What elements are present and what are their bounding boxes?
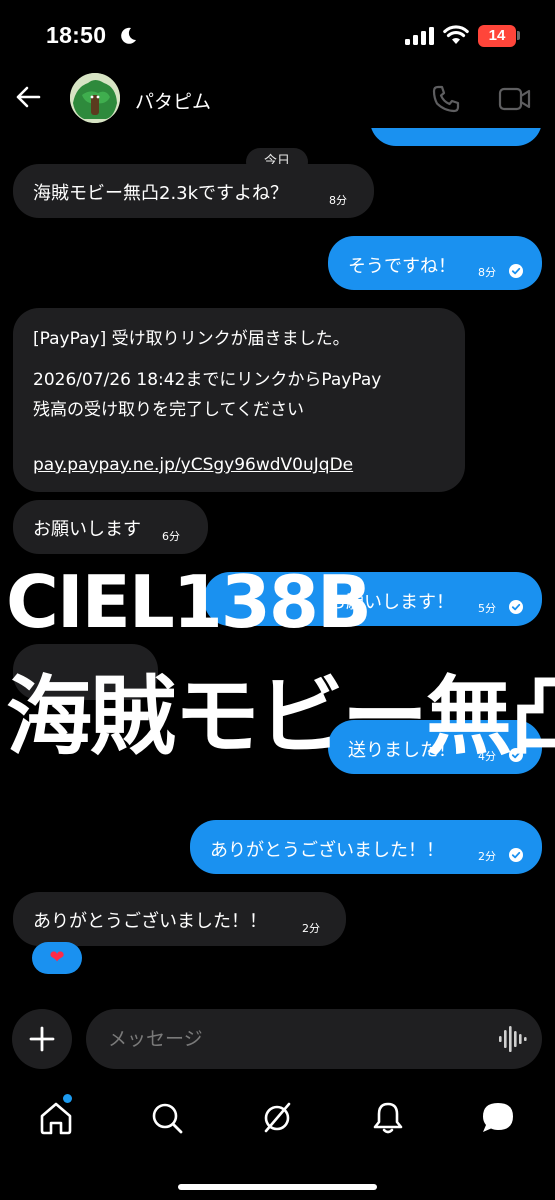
message-bubble-incoming-obscured[interactable]: [13, 644, 158, 700]
message-time: 2分: [302, 922, 320, 935]
search-icon[interactable]: [147, 1098, 187, 1138]
bottom-tab-bar: [0, 1086, 555, 1156]
grok-icon[interactable]: [257, 1098, 297, 1138]
message-time: 5分: [478, 602, 496, 615]
message-text: ありがとうございました！！: [33, 911, 267, 932]
message-text: お願いします: [33, 519, 141, 540]
add-attachment-button[interactable]: [12, 1009, 72, 1069]
message-bubble-outgoing[interactable]: 送りました！ 4分: [328, 720, 542, 774]
read-check-icon: [509, 600, 523, 614]
message-text: お願いします！: [328, 592, 454, 613]
message-bubble-outgoing[interactable]: お願いします！ 5分: [204, 572, 542, 626]
contact-name[interactable]: パタピム: [135, 87, 211, 114]
message-text: 海賊モビー無凸2.3kですよね？: [33, 183, 289, 204]
message-text: ありがとうございました！！: [210, 840, 444, 861]
home-indicator: [178, 1184, 377, 1190]
read-check-icon: [509, 264, 523, 278]
message-text: そうですね！: [348, 256, 456, 277]
message-bubble-incoming[interactable]: ありがとうございました！！ 2分: [13, 892, 346, 946]
message-bubble-paypay-link[interactable]: [PayPay] 受け取りリンクが届きました。 2026/07/26 18:42…: [13, 308, 465, 492]
wifi-icon: [443, 25, 469, 44]
message-bubble-incoming[interactable]: 海賊モビー無凸2.3kですよね？ 8分: [13, 164, 374, 218]
message-bubble-outgoing-cropped[interactable]: [370, 128, 542, 146]
message-text: 送りました！: [348, 740, 456, 761]
message-bubble-outgoing[interactable]: ありがとうございました！！ 2分: [190, 820, 542, 874]
moon-icon: [121, 27, 136, 44]
notifications-bell-icon[interactable]: [368, 1098, 408, 1138]
heart-reaction[interactable]: ❤: [32, 942, 82, 974]
battery-indicator: 14: [478, 25, 516, 47]
home-icon[interactable]: [36, 1098, 76, 1138]
chat-screen: 18:50 14 パタピム 今日 海賊モビー無凸2.3kですよね？ 8分 そうで…: [0, 0, 555, 1200]
message-time: 8分: [478, 266, 496, 279]
cellular-signal-icon: [405, 27, 434, 45]
battery-cap: [517, 31, 520, 40]
message-time: 8分: [329, 194, 347, 207]
battery-level: 14: [488, 27, 506, 44]
message-bubble-incoming[interactable]: お願いします 6分: [13, 500, 208, 554]
message-time: 2分: [478, 850, 496, 863]
video-call-icon[interactable]: [498, 86, 532, 112]
chat-header: パタピム: [0, 70, 555, 128]
avatar-image: [70, 73, 120, 123]
message-text-line2: 2026/07/26 18:42までにリンクからPayPay: [33, 370, 382, 390]
status-time: 18:50: [46, 22, 107, 48]
read-check-icon: [509, 848, 523, 862]
message-time: 4分: [478, 750, 496, 763]
message-input[interactable]: [86, 1009, 542, 1069]
avatar[interactable]: [70, 73, 120, 123]
read-check-icon: [509, 748, 523, 762]
voice-message-icon[interactable]: [497, 1024, 527, 1054]
phone-icon[interactable]: [431, 84, 461, 114]
plus-icon: [29, 1026, 55, 1052]
message-text-line3: 残高の受け取りを完了してください: [33, 400, 304, 420]
message-bubble-outgoing[interactable]: そうですね！ 8分: [328, 236, 542, 290]
message-list[interactable]: 今日 海賊モビー無凸2.3kですよね？ 8分 そうですね！ 8分 [PayPay…: [0, 128, 555, 1000]
back-arrow-icon[interactable]: [14, 83, 42, 111]
status-bar: 18:50 14: [0, 0, 555, 70]
message-text-line1: [PayPay] 受け取りリンクが届きました。: [33, 329, 350, 349]
notification-dot: [63, 1094, 72, 1103]
messages-icon[interactable]: [478, 1098, 518, 1138]
paypay-link[interactable]: pay.paypay.ne.jp/yCSgy96wdV0uJqDe: [33, 455, 353, 475]
message-time: 6分: [162, 530, 180, 543]
